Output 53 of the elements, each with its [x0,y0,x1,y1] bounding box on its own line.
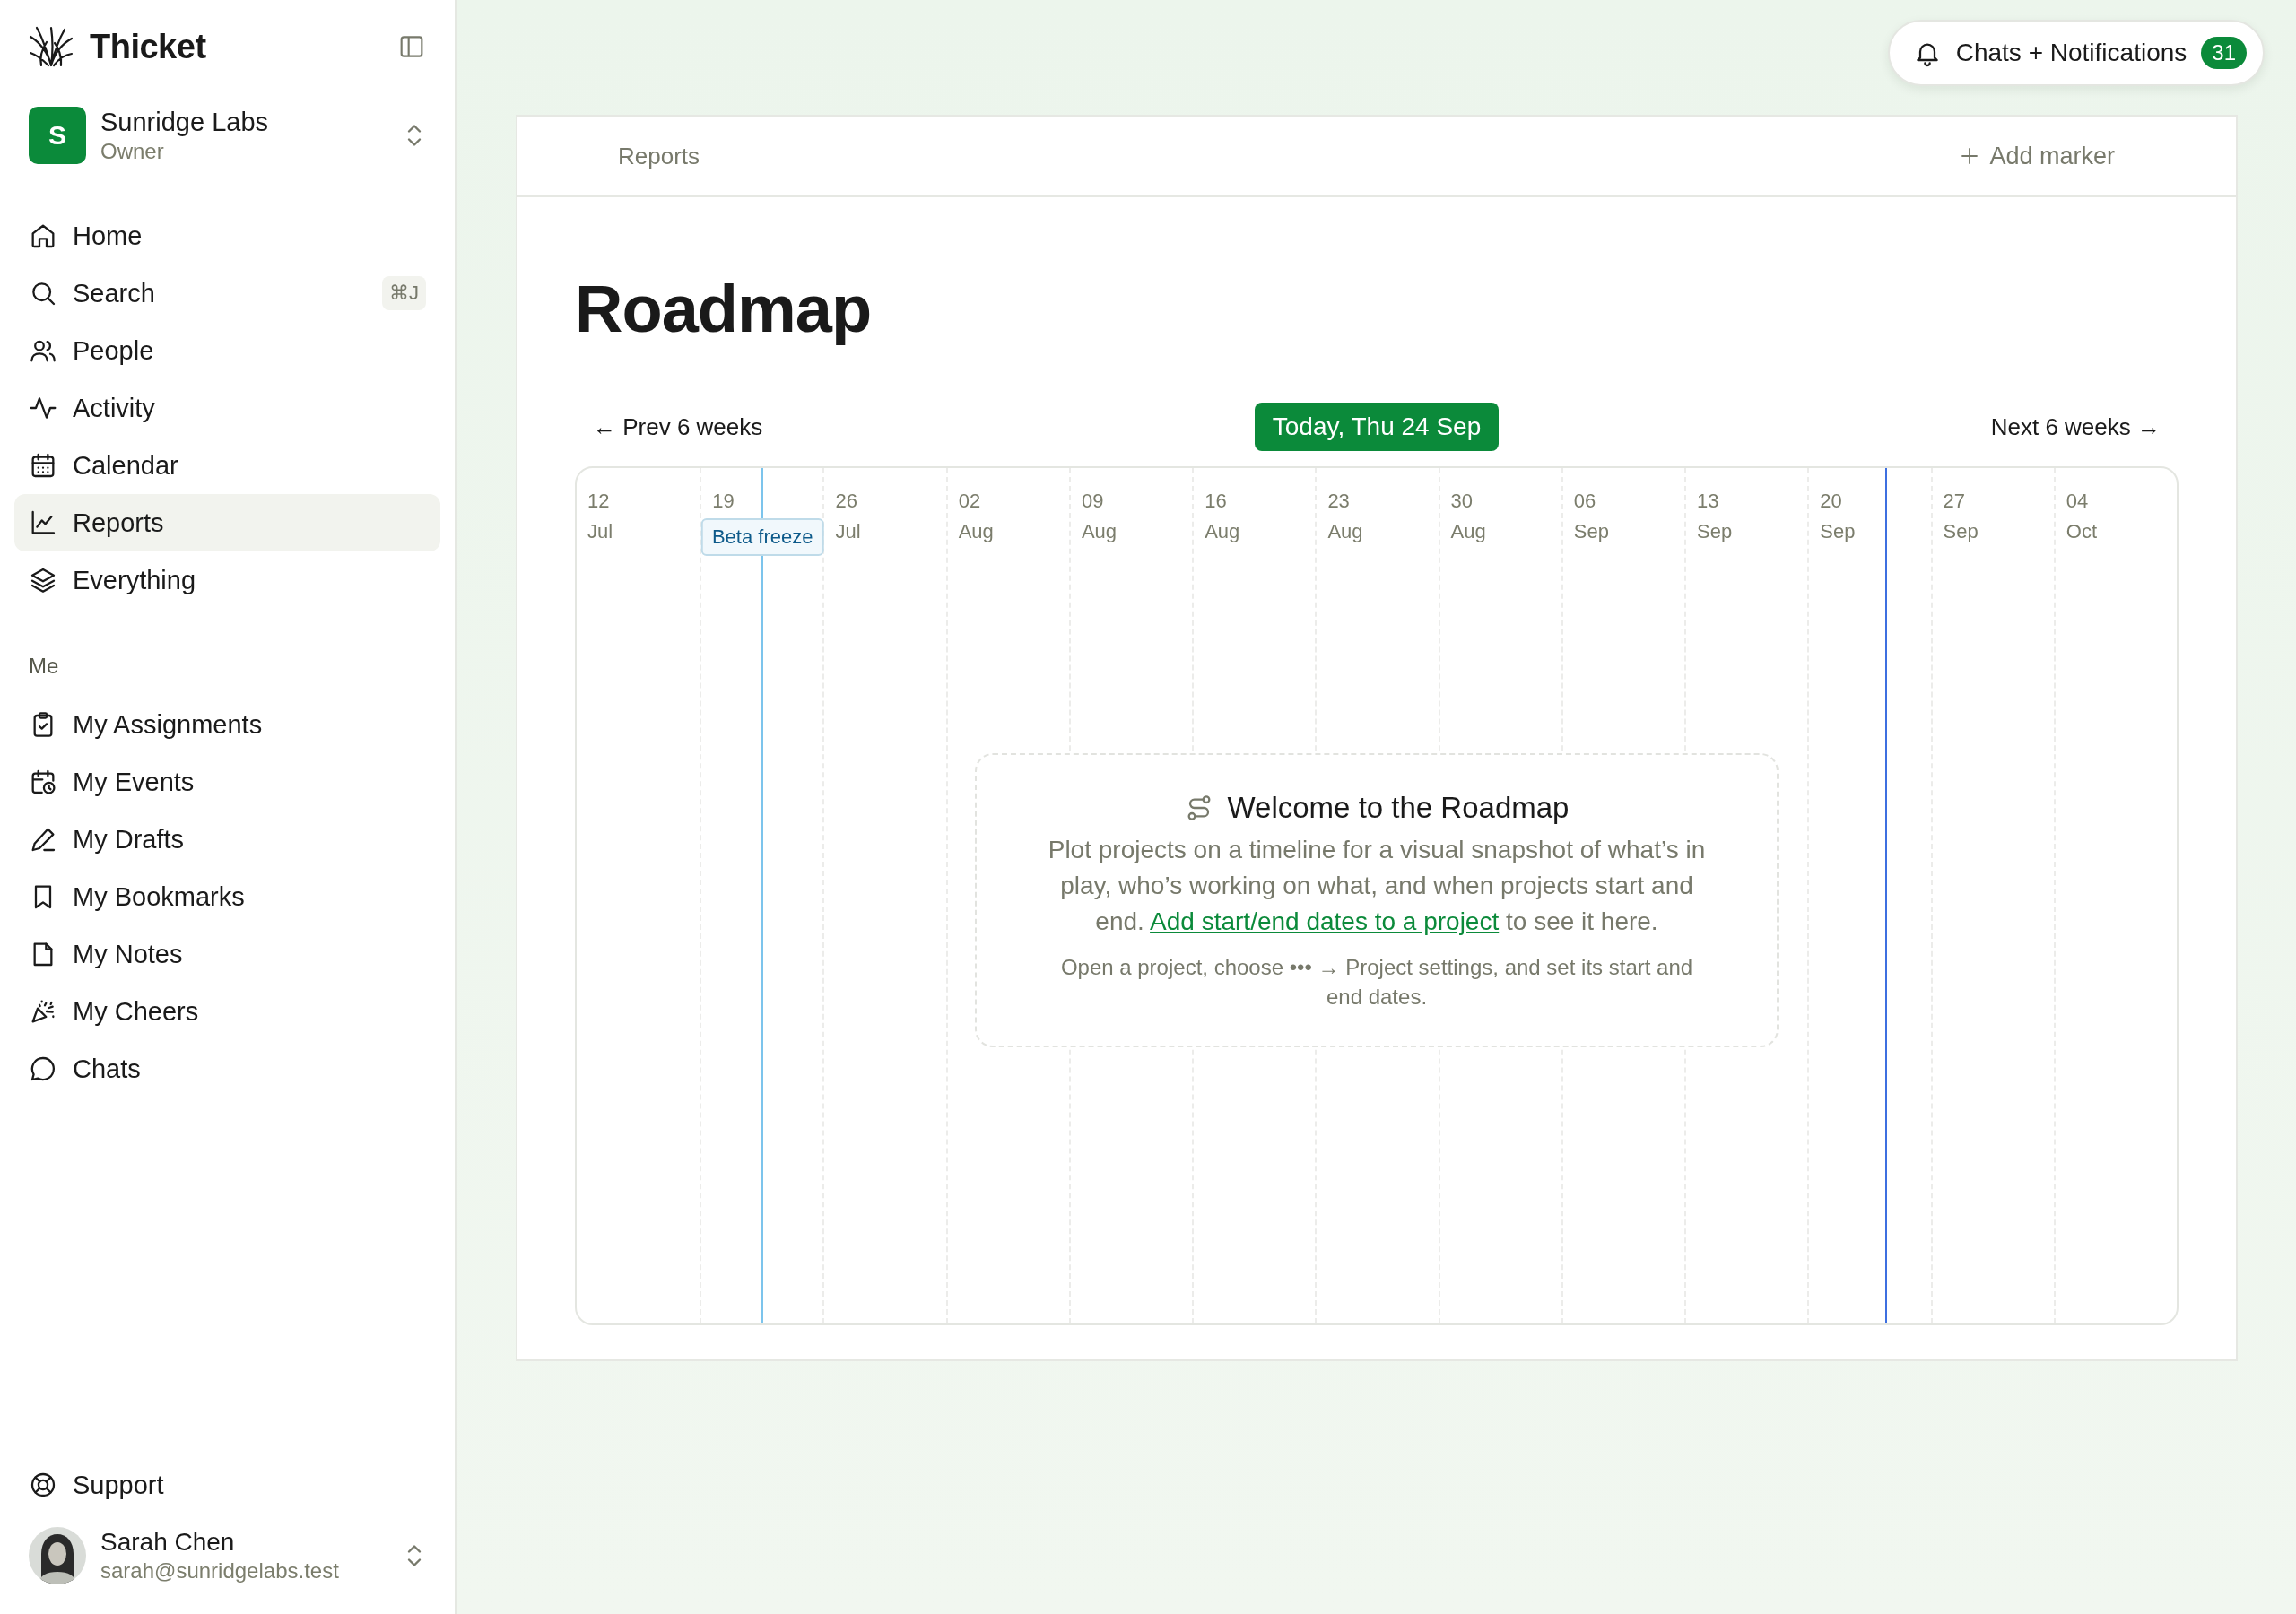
add-marker-button[interactable]: Add marker [1959,142,2115,170]
nav-item[interactable]: My Notes [14,925,440,983]
week-label: 23 Aug [1327,489,1363,544]
week-label: 04 Oct [2066,489,2097,544]
chat-bubble-icon [29,1054,57,1083]
week-label: 06 Sep [1573,489,1609,544]
welcome-text: Plot projects on a timeline for a visual snapshot of what’s in play, who’s working on what, and when projects start and end. Add start/end dates to a project to see it here. [1047,835,1707,937]
nav-item[interactable]: My Drafts [14,811,440,868]
week-label: 27 Sep [1943,489,1979,544]
nav-item[interactable]: Reports [14,494,440,551]
nav-item[interactable]: Search ⌘J [14,265,440,322]
nav-item[interactable]: My Assignments [14,696,440,753]
grass-logo-icon [29,24,74,69]
add-dates-link[interactable]: Add start/end dates to a project [1150,907,1500,935]
welcome-title: Welcome to the Roadmap [1227,791,1570,825]
lifebuoy-icon [29,1471,57,1499]
nav-item[interactable]: Everything [14,551,440,609]
nav-item[interactable]: People [14,322,440,379]
week-label: 26 Jul [835,489,861,544]
notification-count: 31 [2201,37,2247,69]
user-email: sarah@sunridgelabs.test [100,1558,340,1584]
week-label: 13 Sep [1697,489,1733,544]
hint-text: Open a project, choose ••• → Project settings, and set its start and end dates. [1059,954,1694,1011]
nav-item[interactable]: My Events [14,753,440,811]
week-label: 30 Aug [1450,489,1486,544]
nav-item[interactable]: Chats [14,1040,440,1098]
nav-item[interactable]: My Cheers [14,983,440,1040]
app-name: Thicket [90,27,206,66]
previous-weeks-link[interactable]: ← Prev 6 weeks [575,412,781,441]
workspace-role: Owner [100,138,165,164]
today-button[interactable]: Today, Thu 24 Sep [1254,403,1500,451]
workspace-name[interactable]: Sunridge Labs [100,107,388,137]
section-label: Me [28,653,60,680]
support-link[interactable]: Support [14,1456,440,1514]
marker-label[interactable]: Beta freeze [700,518,824,556]
shortcut-hint: ⌘J [382,276,426,310]
week-label: 16 Aug [1205,489,1240,544]
page-title: Roadmap [575,271,873,348]
layers-icon [29,566,57,594]
nav-item[interactable]: Activity [14,379,440,437]
user-name: Sarah Chen [100,1528,236,1557]
notifications-button[interactable]: Chats + Notifications 31 [1887,20,2265,86]
nav-item[interactable]: Home [14,207,440,265]
workspace-avatar: S [29,107,86,164]
week-label: 19 [712,489,735,514]
breadcrumb[interactable]: Reports [618,142,700,170]
nav-item[interactable]: My Bookmarks [14,868,440,925]
week-label: 20 Sep [1820,489,1856,544]
week-label: 12 Jul [587,489,613,544]
nav-item[interactable]: Calendar [14,437,440,494]
next-weeks-link[interactable]: Next 6 weeks → [1972,412,2179,441]
week-label: 02 Aug [958,489,994,544]
week-label: 09 Aug [1081,489,1118,544]
